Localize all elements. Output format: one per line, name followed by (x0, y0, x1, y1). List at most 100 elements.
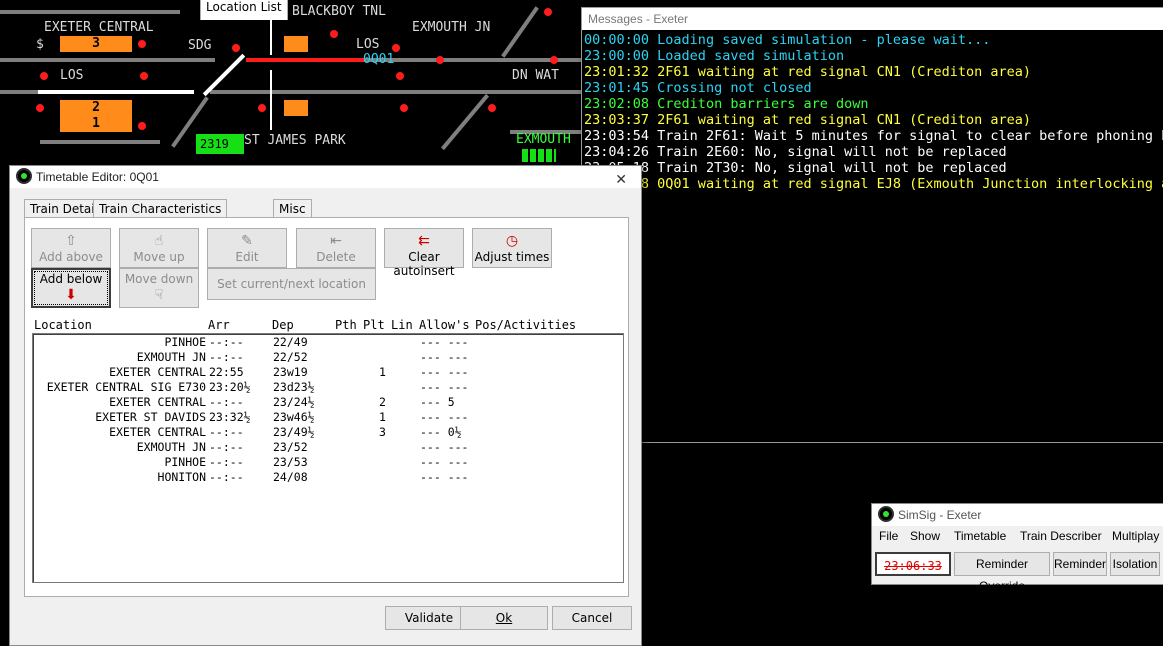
simsig-main-window[interactable]: SimSig - Exeter File Show Timetable Trai… (871, 503, 1163, 593)
set-current-location-button[interactable]: Set current/next location (207, 268, 376, 300)
add-below-button[interactable]: Add below ⬇ (31, 268, 111, 308)
label-dollar: $ (36, 37, 44, 52)
tab-train-characteristics[interactable]: Train Characteristics (93, 199, 228, 219)
cell-dep: 24/08 (273, 470, 308, 484)
col-pth: Pth (335, 318, 357, 332)
hand-down-icon: ☟ (154, 287, 164, 303)
cell-dep: 23d23½ (273, 380, 315, 394)
table-row[interactable]: EXMOUTH JN --:-- 23/52 --- --- (33, 440, 623, 455)
cell-allows: --- --- (420, 410, 469, 424)
platform-3[interactable]: 3 (60, 36, 132, 52)
table-row[interactable]: EXETER CENTRAL SIG E730 23:20½ 23d23½ --- -… (33, 380, 623, 395)
cell-arr: --:-- (209, 455, 244, 469)
message-text: Crossing not closed (657, 80, 812, 96)
edit-button[interactable]: ✎ Edit (207, 228, 287, 268)
adjust-times-button[interactable]: ◷ Adjust times (472, 228, 552, 268)
menu-file[interactable]: File (879, 526, 898, 546)
platform-1-2[interactable]: 2 1 (60, 100, 132, 132)
platform-st-james-up[interactable] (284, 36, 308, 52)
table-row[interactable]: EXETER CENTRAL --:-- 23/49½ 3 --- 0½ (33, 425, 623, 440)
cancel-button[interactable]: Cancel (552, 606, 632, 630)
move-down-button[interactable]: Move down ☟ (119, 268, 199, 308)
track-diag-3 (440, 93, 490, 151)
table-row[interactable]: EXETER ST DAVIDS 23:32½ 23w46½ 1 --- --- (33, 410, 623, 425)
delete-icon: ⇤ (330, 233, 342, 249)
message-line: 23:01:32 2F61 waiting at red signal CN1 … (584, 64, 1163, 80)
signal[interactable] (550, 56, 558, 64)
signal[interactable] (40, 72, 48, 80)
message-text: Train 2F61: Wait 5 minutes for signal to… (657, 128, 1163, 144)
clear-autoinsert-button[interactable]: ⇇ Clear autoinsert (384, 228, 464, 278)
menu-timetable[interactable]: Timetable (954, 526, 1006, 546)
cell-location: EXETER CENTRAL (109, 395, 206, 409)
label-exmouth-jn: EXMOUTH JN (412, 20, 491, 35)
signal[interactable] (396, 72, 404, 80)
platform-1-number: 1 (92, 116, 100, 131)
close-icon[interactable]: ✕ (615, 168, 627, 190)
platform-3-number: 3 (92, 36, 100, 51)
cell-dep: 23/49½ (273, 425, 315, 439)
cell-dep: 23/52 (273, 440, 308, 454)
message-line: 23:03:37 2F61 waiting at red signal CN1 … (584, 112, 1163, 128)
cell-arr: --:-- (209, 350, 244, 364)
simsig-menubar: File Show Timetable Train Describer Mult… (872, 526, 1163, 546)
location-list[interactable]: PINHOE --:-- 22/49 --- --- EXMOUTH JN --:-- 22… (32, 333, 624, 583)
message-time: 23:01:32 (584, 64, 650, 80)
track-top-left (0, 10, 180, 14)
message-time: 23:01:45 (584, 80, 650, 96)
ok-button[interactable]: Ok (460, 606, 548, 630)
signal[interactable] (436, 56, 444, 64)
signal[interactable] (140, 72, 148, 80)
track-lower-left (0, 90, 38, 94)
messages-window[interactable]: Messages - Exeter 00:00:00 Loading saved… (581, 7, 1163, 443)
signal[interactable] (138, 122, 146, 130)
table-row[interactable]: EXETER CENTRAL 22:55 23w19 1 --- --- (33, 365, 623, 380)
menu-multiplay[interactable]: Multiplay (1112, 526, 1159, 546)
signal[interactable] (392, 44, 400, 52)
cell-dep: 23/53 (273, 455, 308, 469)
message-line: 23:05:28 0Q01 waiting at red signal EJ8 … (584, 176, 1163, 192)
add-above-button[interactable]: ⇧ Add above (31, 228, 111, 268)
signal[interactable] (258, 104, 266, 112)
signal[interactable] (138, 40, 146, 48)
message-time: 23:04:26 (584, 144, 650, 160)
tab-misc[interactable]: Misc (273, 199, 312, 219)
route-set (246, 58, 364, 62)
message-list[interactable]: 00:00:00 Loading saved simulation - plea… (584, 32, 1163, 442)
reminder-override-button[interactable]: Reminder Override (954, 552, 1050, 593)
table-row[interactable]: EXETER CENTRAL --:-- 23/24½ 2 --- 5 (33, 395, 623, 410)
move-up-button[interactable]: ☝ Move up (119, 228, 199, 268)
signal[interactable] (232, 44, 240, 52)
train-headcode[interactable]: 0Q01 (363, 52, 394, 67)
table-row[interactable]: EXMOUTH JN --:-- 22/52 --- --- (33, 350, 623, 365)
cell-arr: --:-- (209, 335, 244, 349)
menu-show[interactable]: Show (910, 526, 940, 546)
timetable-editor-titlebar: Timetable Editor: 0Q01 ✕ (10, 166, 641, 188)
reminder-button[interactable]: Reminder (1053, 552, 1107, 576)
col-location: Location (34, 318, 92, 332)
col-pos-activities: Pos/Activities (475, 318, 577, 332)
platform-st-james-dn[interactable] (284, 100, 308, 116)
tab-location-list[interactable]: Location List (200, 0, 288, 20)
clock-icon: ◷ (505, 233, 519, 249)
signal[interactable] (36, 104, 44, 112)
delete-button[interactable]: ⇤ Delete (296, 228, 376, 268)
isolation-button[interactable]: Isolation (1110, 552, 1160, 576)
table-row[interactable]: PINHOE --:-- 22/49 --- --- (33, 335, 623, 350)
cell-allows: --- --- (420, 470, 469, 484)
signal[interactable] (400, 104, 408, 112)
cell-allows: --- --- (420, 440, 469, 454)
message-time: 23:00:00 (584, 48, 650, 64)
signal[interactable] (544, 8, 552, 16)
signal[interactable] (488, 104, 496, 112)
berth-2319[interactable]: 2319 (196, 134, 244, 154)
cell-dep: 23w46½ (273, 410, 315, 424)
cell-dep: 23w19 (273, 365, 308, 379)
table-row[interactable]: HONITON --:-- 24/08 --- --- (33, 470, 623, 485)
sim-clock[interactable]: 23:06:33 (875, 552, 951, 576)
cell-dep: 22/49 (273, 335, 308, 349)
cell-allows: --- --- (420, 380, 469, 394)
table-row[interactable]: PINHOE --:-- 23/53 --- --- (33, 455, 623, 470)
signal[interactable] (330, 30, 338, 38)
menu-train-describer[interactable]: Train Describer (1020, 526, 1102, 546)
